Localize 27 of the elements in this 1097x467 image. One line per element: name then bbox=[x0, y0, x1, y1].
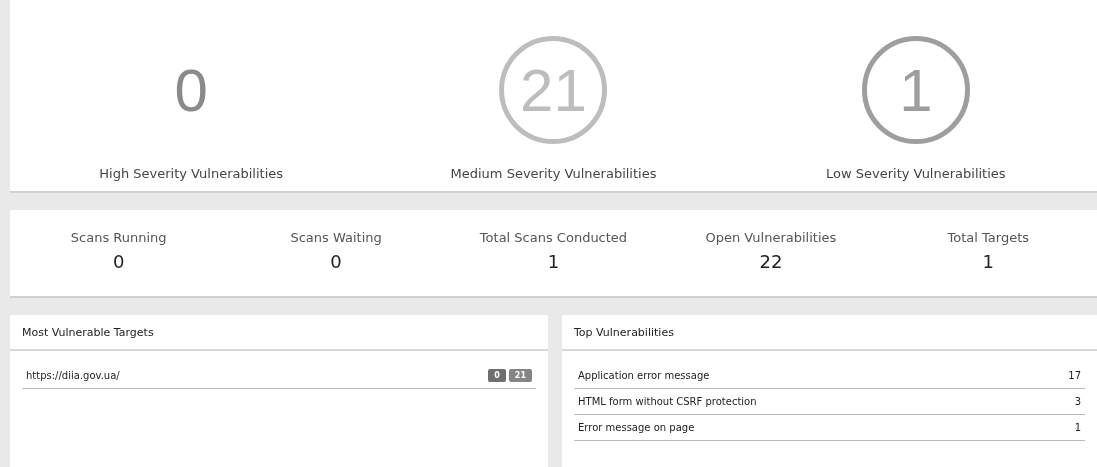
stat-label: Total Targets bbox=[947, 230, 1030, 245]
stat-value: 1 bbox=[982, 251, 994, 272]
vulnerability-name[interactable]: Application error message bbox=[578, 370, 710, 381]
severity-label: Medium Severity Vulnerabilities bbox=[450, 166, 657, 181]
panel-title: Top Vulnerabilities bbox=[562, 315, 1097, 351]
vulnerability-name[interactable]: HTML form without CSRF protection bbox=[578, 396, 757, 407]
severity-count: 1 bbox=[899, 55, 933, 125]
count-badge: 0 bbox=[488, 369, 506, 382]
vulnerability-name[interactable]: Error message on page bbox=[578, 422, 695, 433]
severity-label: Low Severity Vulnerabilities bbox=[826, 166, 1006, 181]
severity-count: 21 bbox=[520, 55, 587, 125]
stat-label: Scans Running bbox=[70, 230, 167, 245]
stat-value: 0 bbox=[112, 251, 125, 272]
stat-label: Open Vulnerabilities bbox=[705, 230, 837, 245]
stat-value: 1 bbox=[547, 251, 560, 272]
stat-label: Total Scans Conducted bbox=[479, 230, 628, 245]
stat-value: 0 bbox=[330, 251, 342, 272]
stat-label: Scans Waiting bbox=[290, 230, 382, 245]
panel-title: Most Vulnerable Targets bbox=[10, 315, 548, 351]
target-url[interactable]: https://diia.gov.ua/ bbox=[26, 370, 120, 381]
vulnerability-count: 3 bbox=[1074, 396, 1081, 407]
vulnerability-count: 17 bbox=[1068, 370, 1081, 381]
stat-value: 22 bbox=[759, 251, 783, 272]
severity-label: High Severity Vulnerabilities bbox=[99, 166, 284, 181]
severity-count: 0 bbox=[174, 55, 208, 125]
count-badge: 21 bbox=[508, 369, 532, 382]
vulnerability-count: 1 bbox=[1074, 422, 1081, 433]
